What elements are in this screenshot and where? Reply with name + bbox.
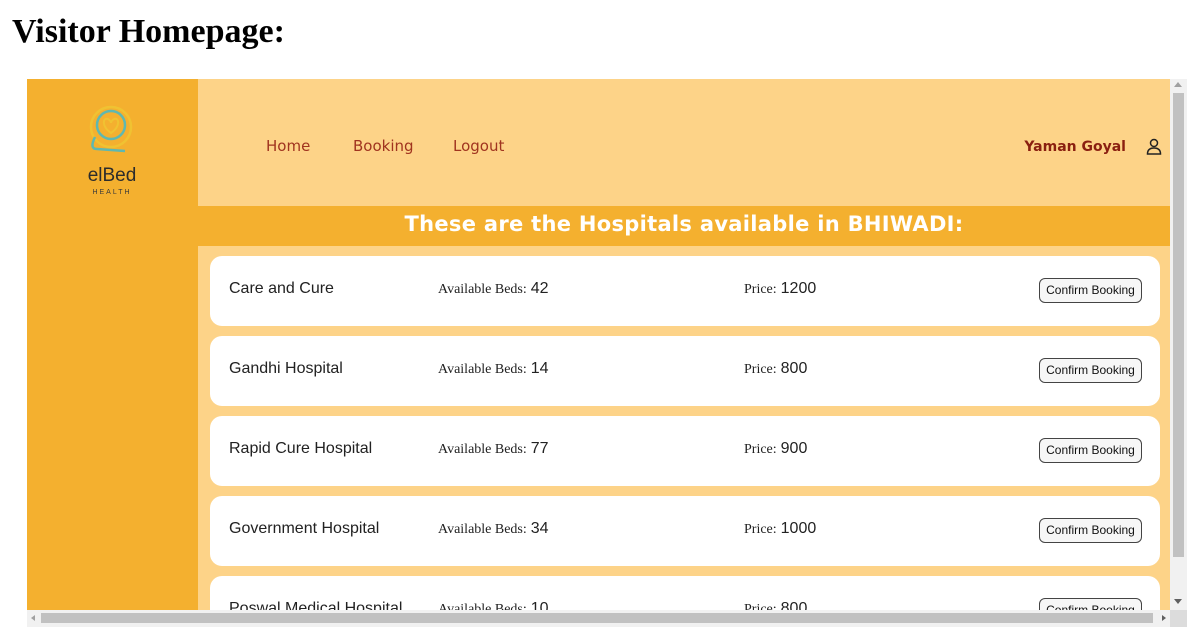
user-icon[interactable] — [1146, 138, 1162, 161]
beds-value: 14 — [530, 360, 549, 377]
scrollbar-corner — [1170, 610, 1187, 627]
beds-value: 34 — [530, 520, 549, 537]
available-beds: Available Beds: 10 — [438, 600, 549, 610]
price: Price: 900 — [744, 440, 807, 458]
price-label: Price: — [744, 362, 777, 377]
beds-value: 10 — [530, 600, 549, 610]
available-beds: Available Beds: 77 — [438, 440, 549, 458]
nav-logout-link[interactable]: Logout — [453, 137, 504, 155]
app-window: elBed HEALTH Home Booking Logout Yaman G… — [27, 79, 1170, 610]
price-value: 800 — [780, 360, 808, 377]
scroll-right-arrow-icon[interactable] — [1162, 615, 1166, 621]
hospital-name: Government Hospital — [229, 520, 380, 537]
price-value: 1000 — [780, 520, 817, 537]
user-name[interactable]: Yaman Goyal — [1024, 139, 1126, 155]
price-value: 1200 — [780, 280, 817, 297]
scroll-up-arrow-icon[interactable] — [1174, 82, 1182, 87]
beds-label: Available Beds: — [438, 442, 527, 457]
heart-chat-bubble-icon — [89, 105, 133, 153]
price: Price: 1200 — [744, 280, 816, 298]
beds-label: Available Beds: — [438, 362, 527, 377]
hospital-card: Gandhi Hospital Available Beds: 14 Price… — [210, 336, 1160, 406]
brand-logo[interactable]: elBed HEALTH — [77, 101, 157, 201]
hospital-name: Care and Cure — [229, 280, 334, 297]
price: Price: 800 — [744, 360, 807, 378]
confirm-booking-button[interactable]: Confirm Booking — [1039, 438, 1142, 463]
beds-label: Available Beds: — [438, 522, 527, 537]
confirm-booking-button[interactable]: Confirm Booking — [1039, 278, 1142, 303]
vertical-scrollbar[interactable] — [1170, 79, 1187, 610]
beds-value: 42 — [530, 280, 549, 297]
beds-label: Available Beds: — [438, 282, 527, 297]
price-label: Price: — [744, 602, 777, 610]
hospital-card: Government Hospital Available Beds: 34 P… — [210, 496, 1160, 566]
beds-label: Available Beds: — [438, 602, 527, 610]
available-beds: Available Beds: 14 — [438, 360, 549, 378]
hospital-name: Gandhi Hospital — [229, 360, 343, 377]
confirm-booking-button[interactable]: Confirm Booking — [1039, 358, 1142, 383]
brand-name: elBed — [87, 165, 137, 186]
scroll-down-arrow-icon[interactable] — [1174, 599, 1182, 604]
scroll-left-arrow-icon[interactable] — [31, 615, 35, 621]
sidebar: elBed HEALTH — [27, 79, 198, 610]
price-value: 800 — [780, 600, 808, 610]
price-value: 900 — [780, 440, 808, 457]
hospitals-banner: These are the Hospitals available in BHI… — [198, 206, 1170, 246]
price-label: Price: — [744, 522, 777, 537]
vertical-scroll-thumb[interactable] — [1173, 93, 1184, 557]
price: Price: 1000 — [744, 520, 816, 538]
price-label: Price: — [744, 442, 777, 457]
confirm-booking-button[interactable]: Confirm Booking — [1039, 518, 1142, 543]
available-beds: Available Beds: 42 — [438, 280, 549, 298]
beds-value: 77 — [530, 440, 549, 457]
hospital-name: Rapid Cure Hospital — [229, 440, 373, 457]
hospital-card: Rapid Cure Hospital Available Beds: 77 P… — [210, 416, 1160, 486]
page-title: Visitor Homepage: — [12, 13, 285, 50]
price: Price: 800 — [744, 600, 807, 610]
price-label: Price: — [744, 282, 777, 297]
hospital-card: Poswal Medical Hospital Available Beds: … — [210, 576, 1160, 610]
top-nav: Home Booking Logout Yaman Goyal — [198, 79, 1170, 206]
available-beds: Available Beds: 34 — [438, 520, 549, 538]
banner-title: These are the Hospitals available in BHI… — [404, 212, 964, 236]
hospital-name: Poswal Medical Hospital — [229, 600, 403, 610]
confirm-booking-button[interactable]: Confirm Booking — [1039, 598, 1142, 610]
nav-booking-link[interactable]: Booking — [353, 137, 414, 155]
hospital-card: Care and Cure Available Beds: 42 Price: … — [210, 256, 1160, 326]
nav-home-link[interactable]: Home — [266, 137, 310, 155]
brand-tagline: HEALTH — [92, 189, 132, 196]
horizontal-scroll-thumb[interactable] — [41, 613, 1153, 623]
horizontal-scrollbar[interactable] — [27, 610, 1170, 627]
